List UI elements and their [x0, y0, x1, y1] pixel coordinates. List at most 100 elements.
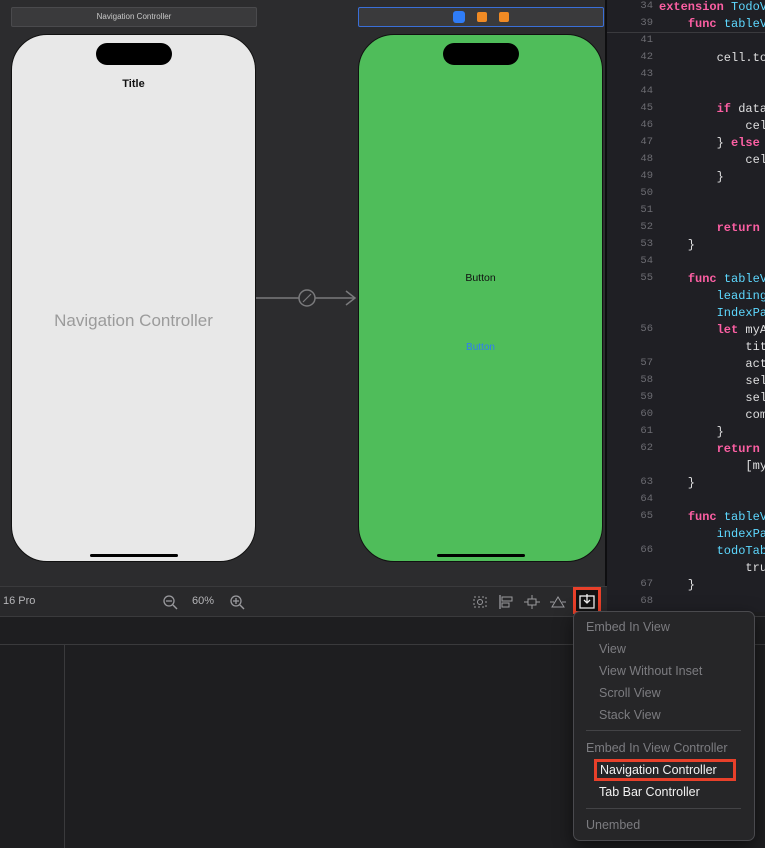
add-constraints-icon[interactable] — [524, 595, 540, 609]
code-line[interactable]: todoTab — [659, 544, 765, 558]
line-number: 56 — [640, 323, 653, 335]
code-line[interactable]: leading — [659, 289, 765, 303]
code-editor[interactable]: 34 extension TodoV 39 func tableV 41 42 cell… — [607, 0, 765, 612]
embed-in-button[interactable] — [573, 587, 601, 614]
first-responder-icon[interactable] — [477, 12, 487, 22]
code-line[interactable]: func tableV — [659, 510, 765, 524]
menu-item-unembed[interactable]: Unembed — [586, 815, 640, 835]
code-line[interactable]: } — [659, 476, 695, 490]
code-line[interactable]: if data — [659, 102, 765, 116]
line-number: 53 — [640, 238, 653, 250]
zoom-in-icon[interactable] — [229, 595, 245, 610]
line-number: 49 — [640, 170, 653, 182]
blue-button[interactable]: Button — [359, 342, 602, 353]
line-number: 51 — [640, 204, 653, 216]
menu-header-embed-in-view-controller: Embed In View Controller — [586, 741, 728, 755]
home-indicator — [90, 554, 178, 557]
align-icon[interactable] — [498, 595, 514, 609]
line-number: 46 — [640, 119, 653, 131]
line-number: 66 — [640, 544, 653, 556]
dynamic-island — [443, 43, 519, 65]
line-number: 47 — [640, 136, 653, 148]
update-frames-icon[interactable] — [472, 595, 488, 609]
menu-item-scroll-view[interactable]: Scroll View — [599, 683, 661, 703]
line-number: 63 — [640, 476, 653, 488]
code-line[interactable]: extension TodoV — [659, 0, 765, 14]
nav-controller-scene-bar[interactable]: Navigation Controller — [11, 7, 257, 27]
line-number: 67 — [640, 578, 653, 590]
menu-separator — [586, 730, 741, 731]
menu-item-navigation-controller[interactable]: Navigation Controller — [594, 759, 736, 781]
line-number: 62 — [640, 442, 653, 454]
menu-item-stack-view[interactable]: Stack View — [599, 705, 661, 725]
dynamic-island — [96, 43, 172, 65]
code-line[interactable]: func tableV — [659, 272, 765, 286]
storyboard-canvas[interactable]: Navigation Controller Title Navigation C… — [0, 0, 605, 586]
code-line[interactable]: tit — [659, 340, 765, 354]
code-line[interactable]: [my — [659, 459, 765, 473]
black-button[interactable]: Button — [359, 272, 602, 284]
line-number: 65 — [640, 510, 653, 522]
canvas-toolbar: 16 Pro 60% — [0, 586, 607, 617]
line-number: 43 — [640, 68, 653, 80]
code-line[interactable]: act — [659, 357, 765, 371]
code-line[interactable]: return — [659, 221, 760, 235]
code-line[interactable]: indexPa — [659, 527, 765, 541]
menu-item-view[interactable]: View — [599, 639, 626, 659]
menu-header-embed-in-view: Embed In View — [586, 620, 670, 634]
line-number: 39 — [640, 17, 653, 29]
line-number: 52 — [640, 221, 653, 233]
code-line[interactable]: IndexPa — [659, 306, 765, 320]
line-number: 57 — [640, 357, 653, 369]
code-line[interactable]: return — [659, 442, 760, 456]
code-line[interactable]: } — [659, 238, 695, 252]
exit-icon[interactable] — [499, 12, 509, 22]
nav-controller-placeholder-label: Navigation Controller — [54, 311, 213, 330]
code-line[interactable]: sel — [659, 391, 765, 405]
resolve-layout-issues-icon[interactable] — [550, 595, 566, 609]
code-line[interactable]: } — [659, 170, 724, 184]
line-number: 45 — [640, 102, 653, 114]
line-number: 59 — [640, 391, 653, 403]
line-number: 68 — [640, 595, 653, 607]
nav-bar-title[interactable]: Title — [12, 78, 255, 90]
code-line[interactable]: tru — [659, 561, 765, 575]
code-line[interactable]: } — [659, 425, 724, 439]
device-label[interactable]: 16 Pro — [3, 595, 35, 607]
menu-separator — [586, 808, 741, 809]
menu-item-tab-bar-controller[interactable]: Tab Bar Controller — [599, 782, 700, 802]
zoom-level: 60% — [192, 595, 215, 607]
line-number: 41 — [640, 34, 653, 46]
zoom-out-icon[interactable] — [162, 595, 178, 610]
line-number: 48 — [640, 153, 653, 165]
line-number: 58 — [640, 374, 653, 386]
panel-column-divider[interactable] — [64, 644, 65, 848]
code-line[interactable]: cel — [659, 119, 765, 133]
menu-item-view-without-inset[interactable]: View Without Inset — [599, 661, 702, 681]
code-line[interactable]: cel — [659, 153, 765, 167]
code-line[interactable]: sel — [659, 374, 765, 388]
code-line[interactable]: func tableV — [659, 17, 765, 31]
editor-divider[interactable] — [605, 0, 607, 612]
view-controller-icon[interactable] — [453, 11, 465, 23]
line-number: 44 — [640, 85, 653, 97]
line-number: 54 — [640, 255, 653, 267]
line-number: 42 — [640, 51, 653, 63]
view-controller-phone[interactable]: Button Button — [358, 34, 603, 562]
line-number: 34 — [640, 0, 653, 12]
nav-controller-phone[interactable]: Title Navigation Controller — [11, 34, 256, 562]
line-number: 64 — [640, 493, 653, 505]
relationship-segue-arrow[interactable] — [256, 287, 360, 309]
code-line[interactable]: } else — [659, 136, 760, 150]
code-line[interactable]: let myA — [659, 323, 765, 337]
line-number: 55 — [640, 272, 653, 284]
code-line[interactable]: cell.to — [659, 51, 765, 65]
code-line[interactable]: } — [659, 578, 695, 592]
code-line[interactable]: com — [659, 408, 765, 422]
embed-in-menu: Embed In View View View Without Inset Sc… — [573, 611, 755, 841]
sticky-header-divider — [607, 32, 765, 33]
line-number: 50 — [640, 187, 653, 199]
view-controller-scene-bar[interactable] — [358, 7, 604, 27]
home-indicator — [437, 554, 525, 557]
navigation-controller-label: Navigation Controller — [600, 763, 717, 777]
